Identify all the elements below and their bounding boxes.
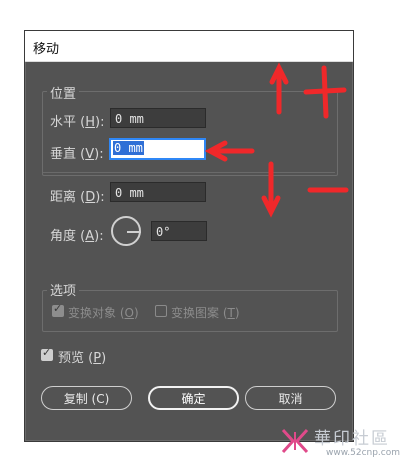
transform-objects-label: 变换对象 (O)	[68, 306, 139, 320]
preview-label: 预览 (P)	[58, 351, 107, 366]
vertical-input[interactable]: 0 mm	[109, 138, 206, 160]
check-icon: ✓	[42, 346, 52, 359]
vertical-input-selection: 0 mm	[113, 141, 144, 155]
position-group	[42, 91, 338, 176]
angle-dial[interactable]	[111, 216, 141, 246]
options-legend: 选项	[47, 280, 80, 299]
angle-dial-hand	[127, 231, 141, 233]
preview-checkbox[interactable]: ✓	[41, 346, 53, 361]
watermark-url: www.52cnp.com	[326, 448, 401, 458]
vertical-label: 垂直 (V):	[50, 147, 104, 162]
distance-label: 距离 (D):	[50, 190, 105, 205]
move-dialog: 移动 位置 水平 (H): 0 mm 垂直 (V): 0 mm 距离 (D): …	[24, 30, 354, 442]
watermark-logo-icon	[281, 428, 309, 454]
dialog-title: 移动	[33, 42, 60, 57]
copy-button[interactable]: 复制 (C)	[41, 386, 132, 410]
check-icon: ✓	[53, 302, 63, 315]
angle-input[interactable]: 0°	[151, 221, 207, 241]
angle-label: 角度 (A):	[50, 229, 104, 244]
cancel-button[interactable]: 取消	[245, 386, 336, 410]
ok-button[interactable]: 确定	[148, 386, 239, 410]
transform-patterns-label: 变换图案 (T)	[171, 306, 240, 320]
position-separator	[43, 172, 335, 173]
position-legend: 位置	[47, 83, 80, 102]
dialog-titlebar[interactable]: 移动	[25, 31, 353, 62]
distance-input[interactable]: 0 mm	[110, 182, 206, 202]
transform-objects-checkbox[interactable]: ✓	[52, 302, 64, 317]
watermark-brand: 華印社區	[314, 429, 390, 449]
watermark: 華印社區 www.52cnp.com	[280, 422, 407, 463]
transform-patterns-checkbox[interactable]	[155, 305, 167, 317]
horizontal-label: 水平 (H):	[50, 115, 105, 130]
horizontal-input[interactable]: 0 mm	[110, 108, 206, 128]
